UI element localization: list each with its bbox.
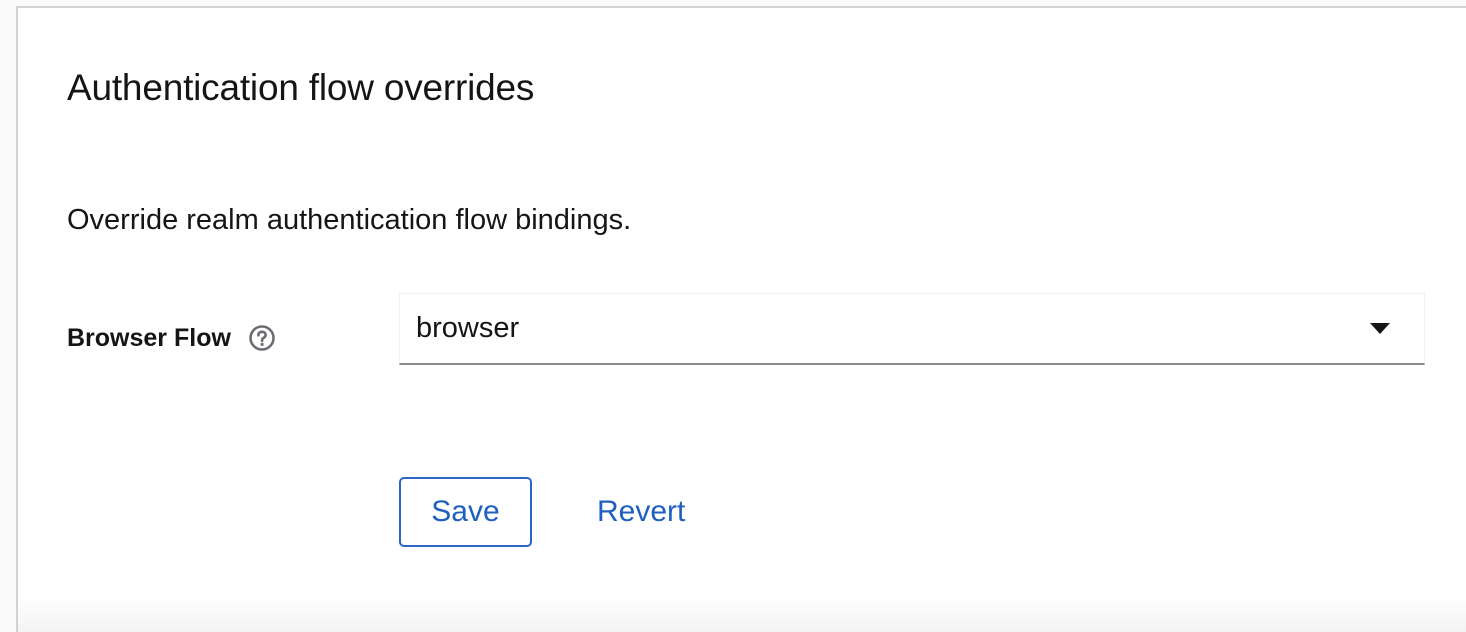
page: Authentication flow overrides Override r… — [0, 0, 1466, 632]
browser-flow-select[interactable]: browser — [399, 293, 1425, 365]
card-bottom-shadow — [18, 596, 1466, 632]
settings-card: Authentication flow overrides Override r… — [16, 6, 1466, 632]
section-title: Authentication flow overrides — [67, 67, 535, 108]
browser-flow-label: Browser Flow — [67, 316, 276, 360]
caret-down-icon — [1370, 322, 1390, 335]
section-description: Override realm authentication flow bindi… — [67, 204, 632, 236]
save-button[interactable]: Save — [399, 477, 532, 547]
browser-flow-selected-value: browser — [416, 312, 520, 344]
browser-flow-label-text: Browser Flow — [67, 323, 231, 352]
revert-button[interactable]: Revert — [578, 477, 704, 547]
question-circle-icon[interactable] — [248, 324, 276, 352]
